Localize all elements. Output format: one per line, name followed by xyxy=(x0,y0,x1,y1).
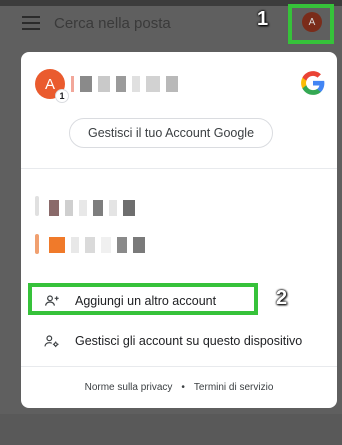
account-item-redacted[interactable] xyxy=(35,232,325,258)
current-account-avatar: A 1 xyxy=(35,69,69,103)
footer-separator: • xyxy=(181,381,185,393)
manage-google-account-button[interactable]: Gestisci il tuo Account Google xyxy=(69,118,273,148)
privacy-policy-link[interactable]: Norme sulla privacy xyxy=(85,382,173,393)
add-account-highlight-box xyxy=(28,283,258,315)
account-avatar-button[interactable]: A xyxy=(302,12,322,32)
divider-bottom xyxy=(21,366,337,367)
account-item-redacted[interactable] xyxy=(35,194,325,220)
google-logo-icon xyxy=(301,71,325,95)
divider-top xyxy=(21,168,337,169)
account-switcher-card: A 1 Gestisci il tuo Account Google Aggiu… xyxy=(21,52,337,408)
manage-device-accounts-label: Gestisci gli account su questo dispositi… xyxy=(75,334,303,348)
footer-links: Norme sulla privacy • Termini di servizi… xyxy=(21,378,337,396)
avatar-initial: A xyxy=(44,75,55,93)
terms-of-service-link[interactable]: Termini di servizio xyxy=(194,382,273,393)
manage-device-accounts-button[interactable]: Gestisci gli account su questo dispositi… xyxy=(21,324,337,358)
manage-accounts-icon xyxy=(43,332,61,350)
menu-icon[interactable] xyxy=(22,16,40,30)
avatar-count-badge: 1 xyxy=(55,89,69,103)
search-placeholder[interactable]: Cerca nella posta xyxy=(54,15,171,32)
background-scrim-bottom xyxy=(0,414,342,445)
step-badge-1: 1 xyxy=(257,8,269,30)
step-badge-2: 2 xyxy=(276,287,288,309)
current-account-name-redacted xyxy=(71,76,184,92)
